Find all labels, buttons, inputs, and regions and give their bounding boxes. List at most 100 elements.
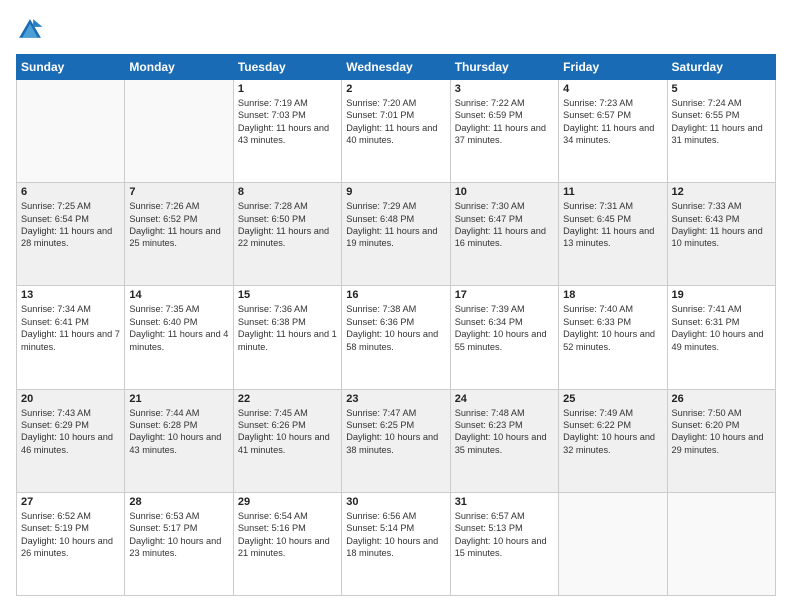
day-number: 18 [563, 289, 662, 301]
weekday-header-saturday: Saturday [667, 55, 775, 80]
sunrise-text: Sunrise: 7:22 AM [455, 98, 525, 108]
day-info: Sunrise: 6:53 AM Sunset: 5:17 PM Dayligh… [129, 510, 228, 560]
sunset-text: Sunset: 6:54 PM [21, 214, 89, 224]
logo-icon [16, 16, 44, 44]
daylight-text: Daylight: 11 hours and 7 minutes. [21, 329, 120, 351]
daylight-text: Daylight: 10 hours and 38 minutes. [346, 432, 438, 454]
calendar-day-cell: 30 Sunrise: 6:56 AM Sunset: 5:14 PM Dayl… [342, 492, 450, 595]
calendar-day-cell: 2 Sunrise: 7:20 AM Sunset: 7:01 PM Dayli… [342, 80, 450, 183]
calendar-day-cell: 22 Sunrise: 7:45 AM Sunset: 6:26 PM Dayl… [233, 389, 341, 492]
daylight-text: Daylight: 11 hours and 34 minutes. [563, 123, 654, 145]
day-info: Sunrise: 7:30 AM Sunset: 6:47 PM Dayligh… [455, 200, 554, 250]
sunset-text: Sunset: 6:33 PM [563, 317, 631, 327]
sunrise-text: Sunrise: 7:35 AM [129, 304, 199, 314]
daylight-text: Daylight: 10 hours and 23 minutes. [129, 536, 221, 558]
calendar-day-cell: 18 Sunrise: 7:40 AM Sunset: 6:33 PM Dayl… [559, 286, 667, 389]
day-number: 2 [346, 83, 445, 95]
day-info: Sunrise: 7:31 AM Sunset: 6:45 PM Dayligh… [563, 200, 662, 250]
sunset-text: Sunset: 6:41 PM [21, 317, 89, 327]
daylight-text: Daylight: 11 hours and 19 minutes. [346, 226, 437, 248]
sunrise-text: Sunrise: 7:19 AM [238, 98, 308, 108]
sunset-text: Sunset: 5:16 PM [238, 523, 306, 533]
day-number: 12 [672, 186, 771, 198]
calendar-day-cell [667, 492, 775, 595]
calendar-day-cell: 4 Sunrise: 7:23 AM Sunset: 6:57 PM Dayli… [559, 80, 667, 183]
sunrise-text: Sunrise: 7:50 AM [672, 408, 742, 418]
daylight-text: Daylight: 11 hours and 40 minutes. [346, 123, 437, 145]
calendar-day-cell [125, 80, 233, 183]
day-info: Sunrise: 6:57 AM Sunset: 5:13 PM Dayligh… [455, 510, 554, 560]
sunset-text: Sunset: 5:17 PM [129, 523, 197, 533]
calendar-day-cell: 20 Sunrise: 7:43 AM Sunset: 6:29 PM Dayl… [17, 389, 125, 492]
daylight-text: Daylight: 11 hours and 43 minutes. [238, 123, 329, 145]
sunrise-text: Sunrise: 7:47 AM [346, 408, 416, 418]
daylight-text: Daylight: 11 hours and 37 minutes. [455, 123, 546, 145]
day-number: 16 [346, 289, 445, 301]
sunrise-text: Sunrise: 7:49 AM [563, 408, 633, 418]
daylight-text: Daylight: 11 hours and 22 minutes. [238, 226, 329, 248]
daylight-text: Daylight: 10 hours and 32 minutes. [563, 432, 655, 454]
sunrise-text: Sunrise: 7:30 AM [455, 201, 525, 211]
sunset-text: Sunset: 6:20 PM [672, 420, 740, 430]
calendar-day-cell: 21 Sunrise: 7:44 AM Sunset: 6:28 PM Dayl… [125, 389, 233, 492]
daylight-text: Daylight: 11 hours and 25 minutes. [129, 226, 220, 248]
calendar-day-cell [559, 492, 667, 595]
day-info: Sunrise: 7:33 AM Sunset: 6:43 PM Dayligh… [672, 200, 771, 250]
day-number: 1 [238, 83, 337, 95]
day-info: Sunrise: 7:45 AM Sunset: 6:26 PM Dayligh… [238, 407, 337, 457]
sunset-text: Sunset: 6:22 PM [563, 420, 631, 430]
sunset-text: Sunset: 6:31 PM [672, 317, 740, 327]
sunset-text: Sunset: 6:59 PM [455, 110, 523, 120]
daylight-text: Daylight: 10 hours and 41 minutes. [238, 432, 330, 454]
daylight-text: Daylight: 10 hours and 49 minutes. [672, 329, 764, 351]
sunset-text: Sunset: 6:50 PM [238, 214, 306, 224]
calendar-day-cell: 9 Sunrise: 7:29 AM Sunset: 6:48 PM Dayli… [342, 183, 450, 286]
calendar-day-cell: 28 Sunrise: 6:53 AM Sunset: 5:17 PM Dayl… [125, 492, 233, 595]
calendar-day-cell: 31 Sunrise: 6:57 AM Sunset: 5:13 PM Dayl… [450, 492, 558, 595]
sunrise-text: Sunrise: 7:33 AM [672, 201, 742, 211]
day-number: 6 [21, 186, 120, 198]
daylight-text: Daylight: 10 hours and 18 minutes. [346, 536, 438, 558]
calendar-day-cell: 10 Sunrise: 7:30 AM Sunset: 6:47 PM Dayl… [450, 183, 558, 286]
daylight-text: Daylight: 11 hours and 16 minutes. [455, 226, 546, 248]
daylight-text: Daylight: 10 hours and 55 minutes. [455, 329, 547, 351]
calendar-day-cell [17, 80, 125, 183]
daylight-text: Daylight: 10 hours and 58 minutes. [346, 329, 438, 351]
calendar-day-cell: 15 Sunrise: 7:36 AM Sunset: 6:38 PM Dayl… [233, 286, 341, 389]
day-info: Sunrise: 7:22 AM Sunset: 6:59 PM Dayligh… [455, 97, 554, 147]
calendar-week-row: 13 Sunrise: 7:34 AM Sunset: 6:41 PM Dayl… [17, 286, 776, 389]
sunset-text: Sunset: 6:52 PM [129, 214, 197, 224]
sunrise-text: Sunrise: 7:28 AM [238, 201, 308, 211]
sunset-text: Sunset: 6:57 PM [563, 110, 631, 120]
day-number: 11 [563, 186, 662, 198]
calendar-table: SundayMondayTuesdayWednesdayThursdayFrid… [16, 54, 776, 596]
day-info: Sunrise: 7:20 AM Sunset: 7:01 PM Dayligh… [346, 97, 445, 147]
day-number: 9 [346, 186, 445, 198]
sunset-text: Sunset: 6:36 PM [346, 317, 414, 327]
sunset-text: Sunset: 6:40 PM [129, 317, 197, 327]
day-info: Sunrise: 7:34 AM Sunset: 6:41 PM Dayligh… [21, 303, 120, 353]
day-info: Sunrise: 6:54 AM Sunset: 5:16 PM Dayligh… [238, 510, 337, 560]
day-number: 4 [563, 83, 662, 95]
calendar-day-cell: 6 Sunrise: 7:25 AM Sunset: 6:54 PM Dayli… [17, 183, 125, 286]
calendar-day-cell: 8 Sunrise: 7:28 AM Sunset: 6:50 PM Dayli… [233, 183, 341, 286]
sunset-text: Sunset: 6:26 PM [238, 420, 306, 430]
weekday-header-tuesday: Tuesday [233, 55, 341, 80]
calendar-day-cell: 11 Sunrise: 7:31 AM Sunset: 6:45 PM Dayl… [559, 183, 667, 286]
sunrise-text: Sunrise: 7:24 AM [672, 98, 742, 108]
day-number: 5 [672, 83, 771, 95]
page: SundayMondayTuesdayWednesdayThursdayFrid… [0, 0, 792, 612]
day-info: Sunrise: 7:23 AM Sunset: 6:57 PM Dayligh… [563, 97, 662, 147]
day-number: 3 [455, 83, 554, 95]
sunrise-text: Sunrise: 6:57 AM [455, 511, 525, 521]
day-info: Sunrise: 7:35 AM Sunset: 6:40 PM Dayligh… [129, 303, 228, 353]
calendar-day-cell: 17 Sunrise: 7:39 AM Sunset: 6:34 PM Dayl… [450, 286, 558, 389]
sunset-text: Sunset: 5:14 PM [346, 523, 414, 533]
sunrise-text: Sunrise: 6:56 AM [346, 511, 416, 521]
daylight-text: Daylight: 11 hours and 4 minutes. [129, 329, 228, 351]
sunset-text: Sunset: 6:25 PM [346, 420, 414, 430]
day-number: 26 [672, 393, 771, 405]
sunrise-text: Sunrise: 7:36 AM [238, 304, 308, 314]
calendar-day-cell: 23 Sunrise: 7:47 AM Sunset: 6:25 PM Dayl… [342, 389, 450, 492]
daylight-text: Daylight: 10 hours and 35 minutes. [455, 432, 547, 454]
